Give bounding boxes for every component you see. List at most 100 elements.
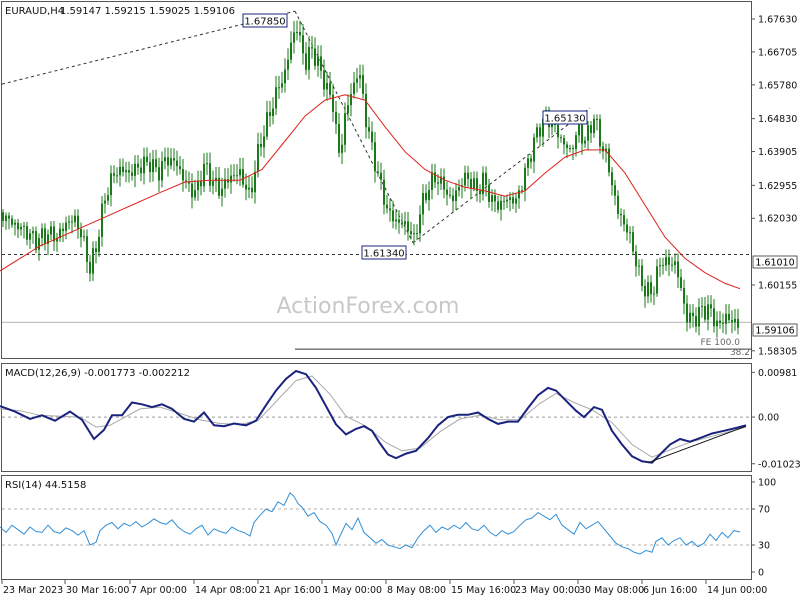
price-tick-label: 1.67630: [758, 15, 797, 26]
candle-body: [92, 248, 94, 274]
candle-body: [494, 195, 496, 202]
price-tick-label: 1.66705: [758, 47, 797, 58]
candle-body: [425, 192, 427, 201]
candle-body: [407, 221, 409, 232]
candle-body: [2, 212, 4, 221]
candle-body: [500, 200, 502, 210]
candle-body: [68, 221, 70, 223]
candle-body: [380, 172, 382, 180]
candle-body: [677, 261, 679, 278]
candle-body: [434, 172, 436, 183]
candle-body: [11, 218, 13, 225]
candle-body: [362, 75, 364, 94]
candle-body: [422, 192, 424, 215]
price-tag-support: 1.61010: [755, 258, 794, 269]
candle-body: [101, 203, 103, 237]
candle-body: [266, 112, 268, 137]
candle-body: [155, 159, 157, 168]
candle-body: [83, 236, 85, 238]
candle-body: [278, 87, 280, 89]
candle-body: [620, 213, 622, 216]
candle-body: [590, 125, 592, 134]
candle-body: [206, 163, 208, 165]
candle-body: [449, 194, 451, 196]
candle-body: [245, 184, 247, 190]
candle-body: [20, 226, 22, 230]
x-tick-label: 21 Apr 16:00: [259, 585, 321, 596]
candle-body: [566, 144, 568, 149]
candle-body: [200, 181, 202, 187]
candle-body: [203, 163, 205, 187]
candle-body: [35, 231, 37, 250]
candle-body: [146, 156, 148, 163]
candle-body: [503, 200, 505, 202]
candle-body: [305, 53, 307, 70]
candle-body: [122, 166, 124, 173]
candle-body: [74, 215, 76, 223]
chart-ohlc: 1.59147 1.59215 1.59025 1.59106: [60, 6, 235, 17]
label-low-text: 1.61340: [363, 249, 404, 260]
candle-body: [686, 303, 688, 323]
candle-body: [251, 187, 253, 193]
candle-body: [308, 47, 310, 70]
price-tick-label: 1.63905: [758, 147, 797, 158]
label-high: 1.67850: [242, 13, 288, 28]
candle-body: [113, 173, 115, 176]
rsi-tick-label: 70: [758, 505, 770, 516]
candle-body: [221, 188, 223, 196]
rsi-title: RSI(14) 44.5158: [5, 480, 86, 491]
candle-body: [227, 179, 229, 183]
candle-body: [119, 166, 121, 176]
candle-body: [710, 304, 712, 309]
candle-body: [359, 75, 361, 79]
candle-body: [698, 307, 700, 327]
candle-body: [14, 222, 16, 225]
candle-body: [575, 135, 577, 149]
candle-body: [446, 189, 448, 195]
candle-body: [125, 170, 127, 173]
candle-body: [344, 113, 346, 145]
candle-body: [257, 143, 259, 172]
candle-body: [173, 158, 175, 161]
candle-body: [617, 195, 619, 214]
candle-body: [77, 215, 79, 230]
candle-body: [104, 200, 106, 204]
candle-body: [275, 87, 277, 109]
candle-body: [578, 124, 580, 136]
candle-body: [272, 108, 274, 116]
candle-body: [281, 83, 283, 88]
candle-body: [143, 156, 145, 174]
candle-body: [317, 56, 319, 66]
price-tick-label: 1.58305: [758, 346, 797, 357]
candle-body: [23, 226, 25, 228]
candle-body: [212, 181, 214, 186]
x-tick-label: 14 Jun 00:00: [707, 585, 767, 596]
candle-body: [410, 231, 412, 235]
candle-body: [95, 248, 97, 253]
price-tag-last: 1.59106: [755, 326, 794, 337]
x-tick-label: 7 Apr 00:00: [131, 585, 187, 596]
candle-body: [659, 265, 661, 267]
candle-body: [683, 287, 685, 304]
candle-body: [260, 143, 262, 148]
candle-body: [170, 158, 172, 166]
candle-body: [38, 238, 40, 250]
candle-body: [182, 169, 184, 181]
x-tick-label: 23 May 00:00: [515, 585, 580, 596]
candle-body: [341, 144, 343, 153]
candle-body: [518, 190, 520, 199]
candle-body: [458, 186, 460, 191]
candle-body: [623, 215, 625, 225]
candle-body: [233, 175, 235, 177]
candle-body: [641, 265, 643, 287]
candle-body: [107, 195, 109, 201]
candle-body: [557, 124, 559, 138]
candle-body: [71, 221, 73, 223]
candle-body: [296, 31, 298, 33]
candle-body: [365, 93, 367, 128]
candle-body: [563, 137, 565, 145]
candle-body: [704, 306, 706, 320]
candle-body: [152, 159, 154, 173]
candle-body: [395, 219, 397, 222]
x-tick-label: 1 May 00:00: [323, 585, 382, 596]
